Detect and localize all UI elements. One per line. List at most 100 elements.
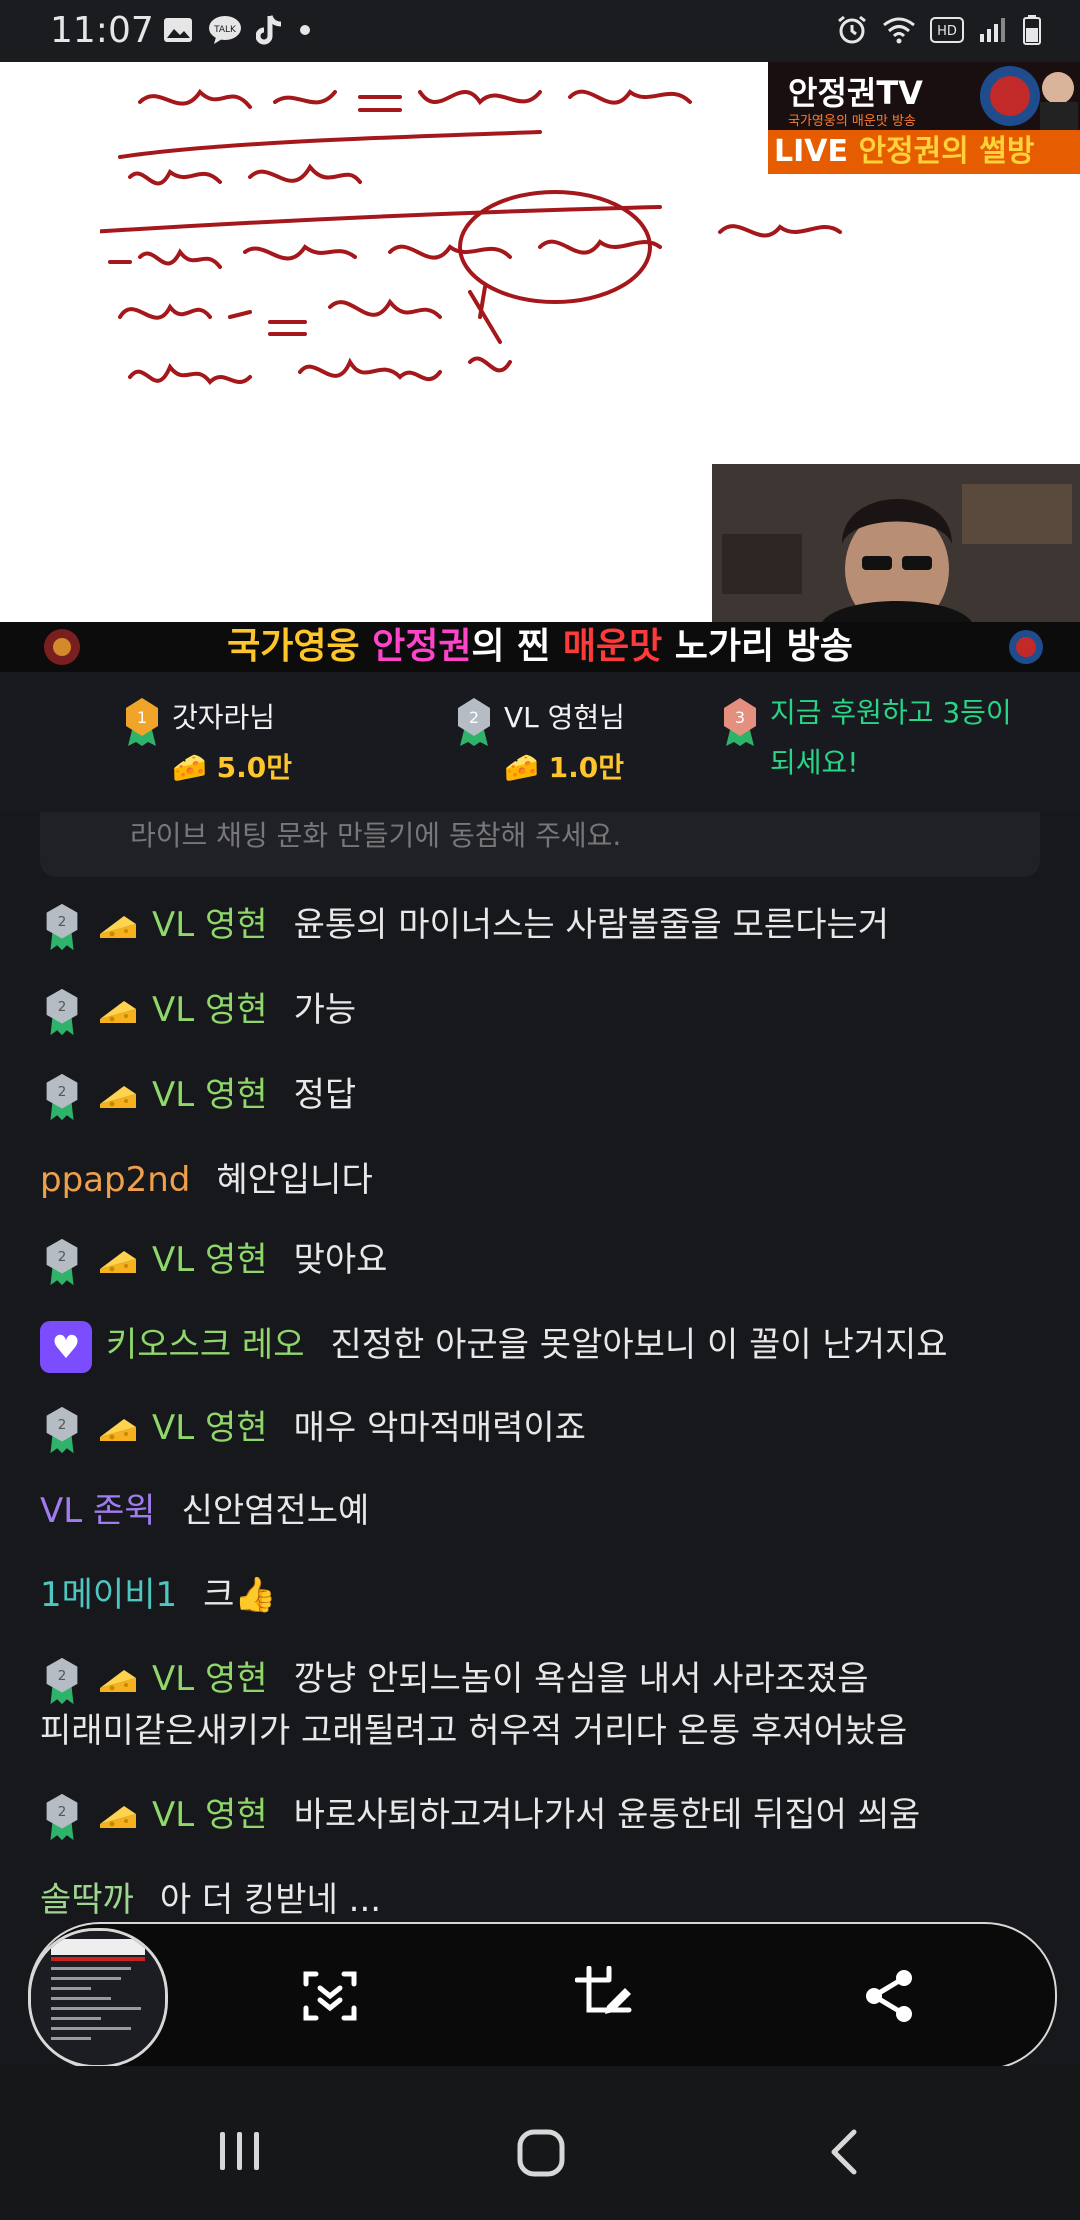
- chat-username[interactable]: 솔딱까: [40, 1880, 134, 1920]
- donor-amount: 🧀 1.0만: [504, 751, 624, 784]
- chat-message: VL 존윅 신안염전노예: [40, 1486, 1050, 1536]
- chat-notice: 라이브 채팅 문화 만들기에 동참해 주세요.: [40, 812, 1040, 877]
- live-prefix: LIVE: [774, 134, 859, 169]
- chat-text: 윤통의 마이너스는 사람볼줄을 모른다는거: [293, 905, 890, 945]
- cheese-icon: [100, 1085, 136, 1108]
- chat-message: 2 VL 영현 가능: [40, 985, 1050, 1037]
- chat-username[interactable]: ppap2nd: [40, 1160, 190, 1200]
- promo-line-2: 되세요!: [770, 746, 859, 779]
- chat-username[interactable]: VL 영현: [152, 1659, 268, 1699]
- signal-icon: [980, 18, 1005, 42]
- silver-medal-icon: 2: [46, 988, 78, 1035]
- cheese-icon: [100, 915, 136, 938]
- hd-icon: HD: [930, 17, 964, 43]
- chat-message: 2 VL 영현 매우 악마적매력이죠: [40, 1403, 1050, 1455]
- donor-amount-value: 5.0만: [216, 751, 292, 784]
- chat-username[interactable]: VL 영현: [152, 1075, 268, 1115]
- image-icon: [164, 18, 192, 42]
- chat-message: 솔딱까 아 더 킹받네 ...: [40, 1875, 1050, 1924]
- silver-medal-icon: 2: [46, 1793, 78, 1840]
- chat-username[interactable]: VL 영현: [152, 1408, 268, 1448]
- alarm-icon: [838, 15, 866, 44]
- dot-icon: [300, 25, 310, 35]
- banner-text-3: 의 찐: [471, 626, 563, 667]
- status-time: 11:07: [50, 10, 154, 51]
- cheese-icon: [100, 1669, 136, 1692]
- chat-message: 2 VL 영현 윤통의 마이너스는 사람볼줄을 모른다는거: [40, 900, 1050, 952]
- battery-icon: [1023, 15, 1041, 45]
- chat-username[interactable]: VL 영현: [152, 905, 268, 945]
- notice-text: 라이브 채팅 문화 만들기에 동참해 주세요.: [130, 819, 622, 852]
- chat-message: 2 VL 영현 깡냥 안되느놈이 욕심을 내서 사라조졌음피래미같은새키가 고래될려…: [40, 1654, 1050, 1756]
- silver-medal-icon: 2: [46, 903, 78, 950]
- chat-text: 바로사퇴하고겨나가서 윤통한테 뒤집어 씌움: [293, 1795, 921, 1835]
- banner-left-icon: [44, 629, 80, 665]
- banner-text-1: 국가영웅: [227, 626, 373, 667]
- svg-text:3: 3: [735, 708, 745, 727]
- chat-message: ♥ 키오스크 레오 진정한 아군을 못알아보니 이 꼴이 난거지요: [40, 1320, 1050, 1373]
- donor-rank-1[interactable]: 1 갓자라님 🧀 5.0만: [120, 696, 292, 786]
- back-icon[interactable]: [826, 2128, 860, 2176]
- recent-apps-icon[interactable]: [218, 2128, 262, 2174]
- banner-text-4: 매운맛: [562, 626, 663, 667]
- promo-line-1: 지금 후원하고 3등이: [770, 696, 1012, 729]
- top-donors-bar: 1 갓자라님 🧀 5.0만 2 VL 영현님 🧀 1.0만 3 지금 후원하고 …: [0, 672, 1080, 813]
- chat-username[interactable]: VL 영현: [152, 1795, 268, 1835]
- chat-message: 1메이비1 크👍: [40, 1570, 1050, 1620]
- chat-text: 가능: [293, 990, 357, 1030]
- chat-text: 아 더 킹받네 ...: [159, 1880, 382, 1920]
- silver-medal-icon: 2: [46, 1073, 78, 1120]
- chat-username[interactable]: VL 영현: [152, 990, 268, 1030]
- webcam-overlay: [712, 464, 1080, 622]
- chat-username[interactable]: 키오스크 레오: [106, 1325, 305, 1365]
- logo-art-icon: [980, 66, 1078, 130]
- svg-text:TALK: TALK: [213, 25, 237, 35]
- cheese-icon: [100, 1805, 136, 1828]
- chat-text: 진정한 아군을 못알아보니 이 꼴이 난거지요: [330, 1325, 948, 1365]
- tiktok-icon: [256, 15, 282, 45]
- silver-medal-icon: 2: [46, 1406, 78, 1453]
- banner-right-icon: [1009, 630, 1043, 664]
- svg-text:2: 2: [58, 1000, 67, 1015]
- crop-edit-icon[interactable]: [575, 1966, 635, 2026]
- silver-medal-icon: 2: [46, 1238, 78, 1285]
- svg-text:2: 2: [58, 915, 67, 930]
- chat-list[interactable]: 라이브 채팅 문화 만들기에 동참해 주세요. 2 VL 영현 윤통의 마이너스는 …: [0, 812, 1080, 1924]
- donor-amount-value: 1.0만: [548, 751, 624, 784]
- cheese-icon: [100, 1250, 136, 1273]
- svg-text:2: 2: [58, 1805, 67, 1820]
- svg-text:2: 2: [58, 1085, 67, 1100]
- chat-message: ppap2nd 혜안입니다: [40, 1155, 1050, 1205]
- chat-username[interactable]: 1메이비1: [40, 1575, 177, 1615]
- chat-text: 혜안입니다: [216, 1160, 373, 1200]
- donor-name: 갓자라님: [172, 701, 276, 734]
- logo-subtitle: 국가영웅의 매운맛 방송: [788, 114, 916, 129]
- streamer-image: [712, 464, 1080, 622]
- donor-name: VL 영현님: [504, 701, 625, 734]
- svg-text:1: 1: [137, 708, 147, 727]
- svg-text:HD: HD: [937, 24, 957, 39]
- home-icon[interactable]: [516, 2128, 566, 2178]
- chat-text-line-2: 피래미같은새키가 고래될려고 허우적 거리다 온통 후져어놨음: [40, 1710, 908, 1751]
- screenshot-toolbar: [28, 1922, 1057, 2070]
- banner-text-5: 노가리 방송: [662, 626, 853, 667]
- screenshot-thumbnail[interactable]: [28, 1928, 168, 2068]
- silver-medal-icon: 2: [46, 1657, 78, 1704]
- gold-medal-icon: 1: [126, 698, 158, 746]
- svg-text:2: 2: [469, 708, 479, 727]
- chat-username[interactable]: VL 영현: [152, 1240, 268, 1280]
- scroll-capture-icon[interactable]: [300, 1966, 360, 2026]
- bronze-medal-icon: 3: [724, 698, 756, 746]
- video-player[interactable]: 안정권TV 국가영웅의 매운맛 방송 LIVE 안정권의 썰방: [0, 62, 1080, 622]
- donor-rank-2[interactable]: 2 VL 영현님 🧀 1.0만: [452, 696, 625, 786]
- share-icon[interactable]: [860, 1966, 920, 2026]
- chat-text: 매우 악마적매력이죠: [293, 1408, 586, 1448]
- banner-text-2: 안정권: [372, 626, 472, 667]
- navigation-bar: [0, 2066, 1080, 2220]
- donor-rank-3-promo[interactable]: 3 지금 후원하고 3등이 되세요!: [718, 696, 1012, 788]
- chat-message: 2 VL 영현 바로사퇴하고겨나가서 윤통한테 뒤집어 씌움: [40, 1790, 1050, 1842]
- chat-text: 깡냥 안되느놈이 욕심을 내서 사라조졌음: [293, 1659, 869, 1699]
- chat-username[interactable]: VL 존윅: [40, 1491, 156, 1531]
- chat-text: 신안염전노예: [181, 1491, 370, 1531]
- donor-amount: 🧀 5.0만: [172, 751, 292, 784]
